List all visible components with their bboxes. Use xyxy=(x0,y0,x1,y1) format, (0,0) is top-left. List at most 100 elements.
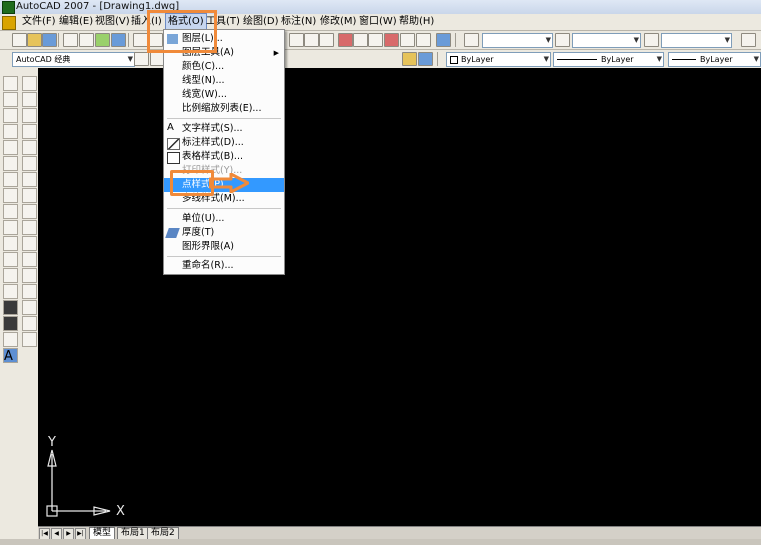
menu-draw[interactable]: 绘图(D) xyxy=(241,14,281,30)
spline-icon[interactable] xyxy=(3,204,18,219)
menu-modify[interactable]: 修改(M) xyxy=(318,14,358,30)
highlight-box-format-menu xyxy=(147,10,217,53)
dim-style-tool-icon[interactable] xyxy=(555,33,570,47)
submenu-arrow-icon: ▶ xyxy=(273,49,279,57)
trim-icon[interactable] xyxy=(22,220,37,235)
thickness-icon xyxy=(165,228,180,238)
erase-icon[interactable] xyxy=(22,76,37,91)
zoom-realtime-icon[interactable] xyxy=(289,33,304,47)
menu-item-dim-style[interactable]: 标注样式(D)... xyxy=(164,136,284,150)
properties-icon[interactable] xyxy=(338,33,353,47)
menu-help[interactable]: 帮助(H) xyxy=(397,14,436,30)
polyline-icon[interactable] xyxy=(3,108,18,123)
table-style-select[interactable]: ▼ xyxy=(661,33,732,48)
gradient-icon[interactable] xyxy=(3,316,18,331)
properties-toolbar: AutoCAD 经典 ▼ ByLayer ▼ ByLayer ▼ ByLayer ▼ xyxy=(0,50,761,69)
break-at-point-icon[interactable] xyxy=(22,252,37,267)
publish-icon[interactable] xyxy=(95,33,110,47)
toolbar-separator xyxy=(128,33,129,47)
make-object-layer-current-icon[interactable] xyxy=(402,52,417,66)
menu-dimension[interactable]: 标注(N) xyxy=(279,14,318,30)
layer-previous-icon[interactable] xyxy=(418,52,433,66)
multiline-text-icon[interactable]: A xyxy=(4,350,13,364)
color-select[interactable]: ByLayer ▼ xyxy=(446,52,551,67)
ellipse-arc-icon[interactable] xyxy=(3,236,18,251)
menu-item-table-style[interactable]: 表格样式(B)... xyxy=(164,150,284,164)
draw-toolbar: A xyxy=(0,68,20,539)
offset-icon[interactable] xyxy=(22,124,37,139)
tool-palettes-icon[interactable] xyxy=(368,33,383,47)
text-style-tool-icon[interactable] xyxy=(464,33,479,47)
help-icon[interactable] xyxy=(436,33,451,47)
arc-icon[interactable] xyxy=(3,156,18,171)
insert-block-icon[interactable] xyxy=(3,252,18,267)
chamfer-icon[interactable] xyxy=(22,300,37,315)
menu-item-units[interactable]: 单位(U)... xyxy=(164,212,284,226)
zoom-previous-icon[interactable] xyxy=(319,33,334,47)
document-icon[interactable] xyxy=(2,16,16,30)
stretch-icon[interactable] xyxy=(22,204,37,219)
preview-icon[interactable] xyxy=(79,33,94,47)
point-icon[interactable] xyxy=(3,284,18,299)
make-block-icon[interactable] xyxy=(3,268,18,283)
line-icon[interactable] xyxy=(3,76,18,91)
status-bar xyxy=(0,539,761,545)
rotate-icon[interactable] xyxy=(22,172,37,187)
3d-dwf-icon[interactable] xyxy=(111,33,126,47)
workspace-select[interactable]: AutoCAD 经典 ▼ xyxy=(12,52,135,67)
save-icon[interactable] xyxy=(42,33,57,47)
markup-icon[interactable] xyxy=(400,33,415,47)
print-icon[interactable] xyxy=(63,33,78,47)
text-style-select[interactable]: ▼ xyxy=(482,33,553,48)
menu-item-linetype[interactable]: 线型(N)... xyxy=(164,74,284,88)
menu-item-drawing-limits[interactable]: 图形界限(A) xyxy=(164,240,284,254)
fillet-icon[interactable] xyxy=(22,316,37,331)
menu-item-rename[interactable]: 重命名(R)... xyxy=(164,259,284,273)
toolbar-overflow-icon[interactable] xyxy=(741,33,756,47)
calculator-icon[interactable] xyxy=(416,33,431,47)
drawing-area[interactable]: Y X xyxy=(38,68,761,526)
rectangle-icon[interactable] xyxy=(3,140,18,155)
dim-style-select[interactable]: ▼ xyxy=(572,33,641,48)
new-icon[interactable] xyxy=(12,33,27,47)
move-icon[interactable] xyxy=(22,156,37,171)
polygon-icon[interactable] xyxy=(3,124,18,139)
extend-icon[interactable] xyxy=(22,236,37,251)
tab-model[interactable]: 模型 xyxy=(89,527,116,539)
hatch-icon[interactable] xyxy=(3,300,18,315)
menu-separator xyxy=(167,208,281,209)
menu-file[interactable]: 文件(F) xyxy=(20,14,58,30)
menu-edit[interactable]: 编辑(E) xyxy=(57,14,95,30)
design-center-icon[interactable] xyxy=(353,33,368,47)
scale-icon[interactable] xyxy=(22,188,37,203)
cut-icon[interactable] xyxy=(133,33,148,47)
menu-view[interactable]: 视图(V) xyxy=(93,14,132,30)
annotation-arrow-icon xyxy=(209,173,249,193)
menu-item-lineweight[interactable]: 线宽(W)... xyxy=(164,88,284,102)
menu-item-scale-list[interactable]: 比例缩放列表(E)... xyxy=(164,102,284,116)
join-icon[interactable] xyxy=(22,284,37,299)
region-icon[interactable] xyxy=(3,332,18,347)
open-icon[interactable] xyxy=(27,33,42,47)
sheet-set-icon[interactable] xyxy=(384,33,399,47)
zoom-window-icon[interactable] xyxy=(304,33,319,47)
menu-window[interactable]: 窗口(W) xyxy=(357,14,399,30)
workspace-settings-icon[interactable] xyxy=(134,52,149,66)
copy-object-icon[interactable] xyxy=(22,92,37,107)
menu-item-thickness[interactable]: 厚度(T) xyxy=(164,226,284,240)
array-icon[interactable] xyxy=(22,140,37,155)
menu-item-text-style[interactable]: A 文字样式(S)... xyxy=(164,122,284,136)
table-style-icon xyxy=(167,152,180,164)
lineweight-select[interactable]: ByLayer ▼ xyxy=(668,52,761,67)
circle-icon[interactable] xyxy=(3,172,18,187)
linetype-select[interactable]: ByLayer ▼ xyxy=(553,52,664,67)
break-icon[interactable] xyxy=(22,268,37,283)
construction-line-icon[interactable] xyxy=(3,92,18,107)
explode-icon[interactable] xyxy=(22,332,37,347)
table-style-tool-icon[interactable] xyxy=(644,33,659,47)
ellipse-icon[interactable] xyxy=(3,220,18,235)
menu-item-color[interactable]: 颜色(C)... xyxy=(164,60,284,74)
mirror-icon[interactable] xyxy=(22,108,37,123)
lineweight-sample xyxy=(672,59,696,60)
revision-cloud-icon[interactable] xyxy=(3,188,18,203)
